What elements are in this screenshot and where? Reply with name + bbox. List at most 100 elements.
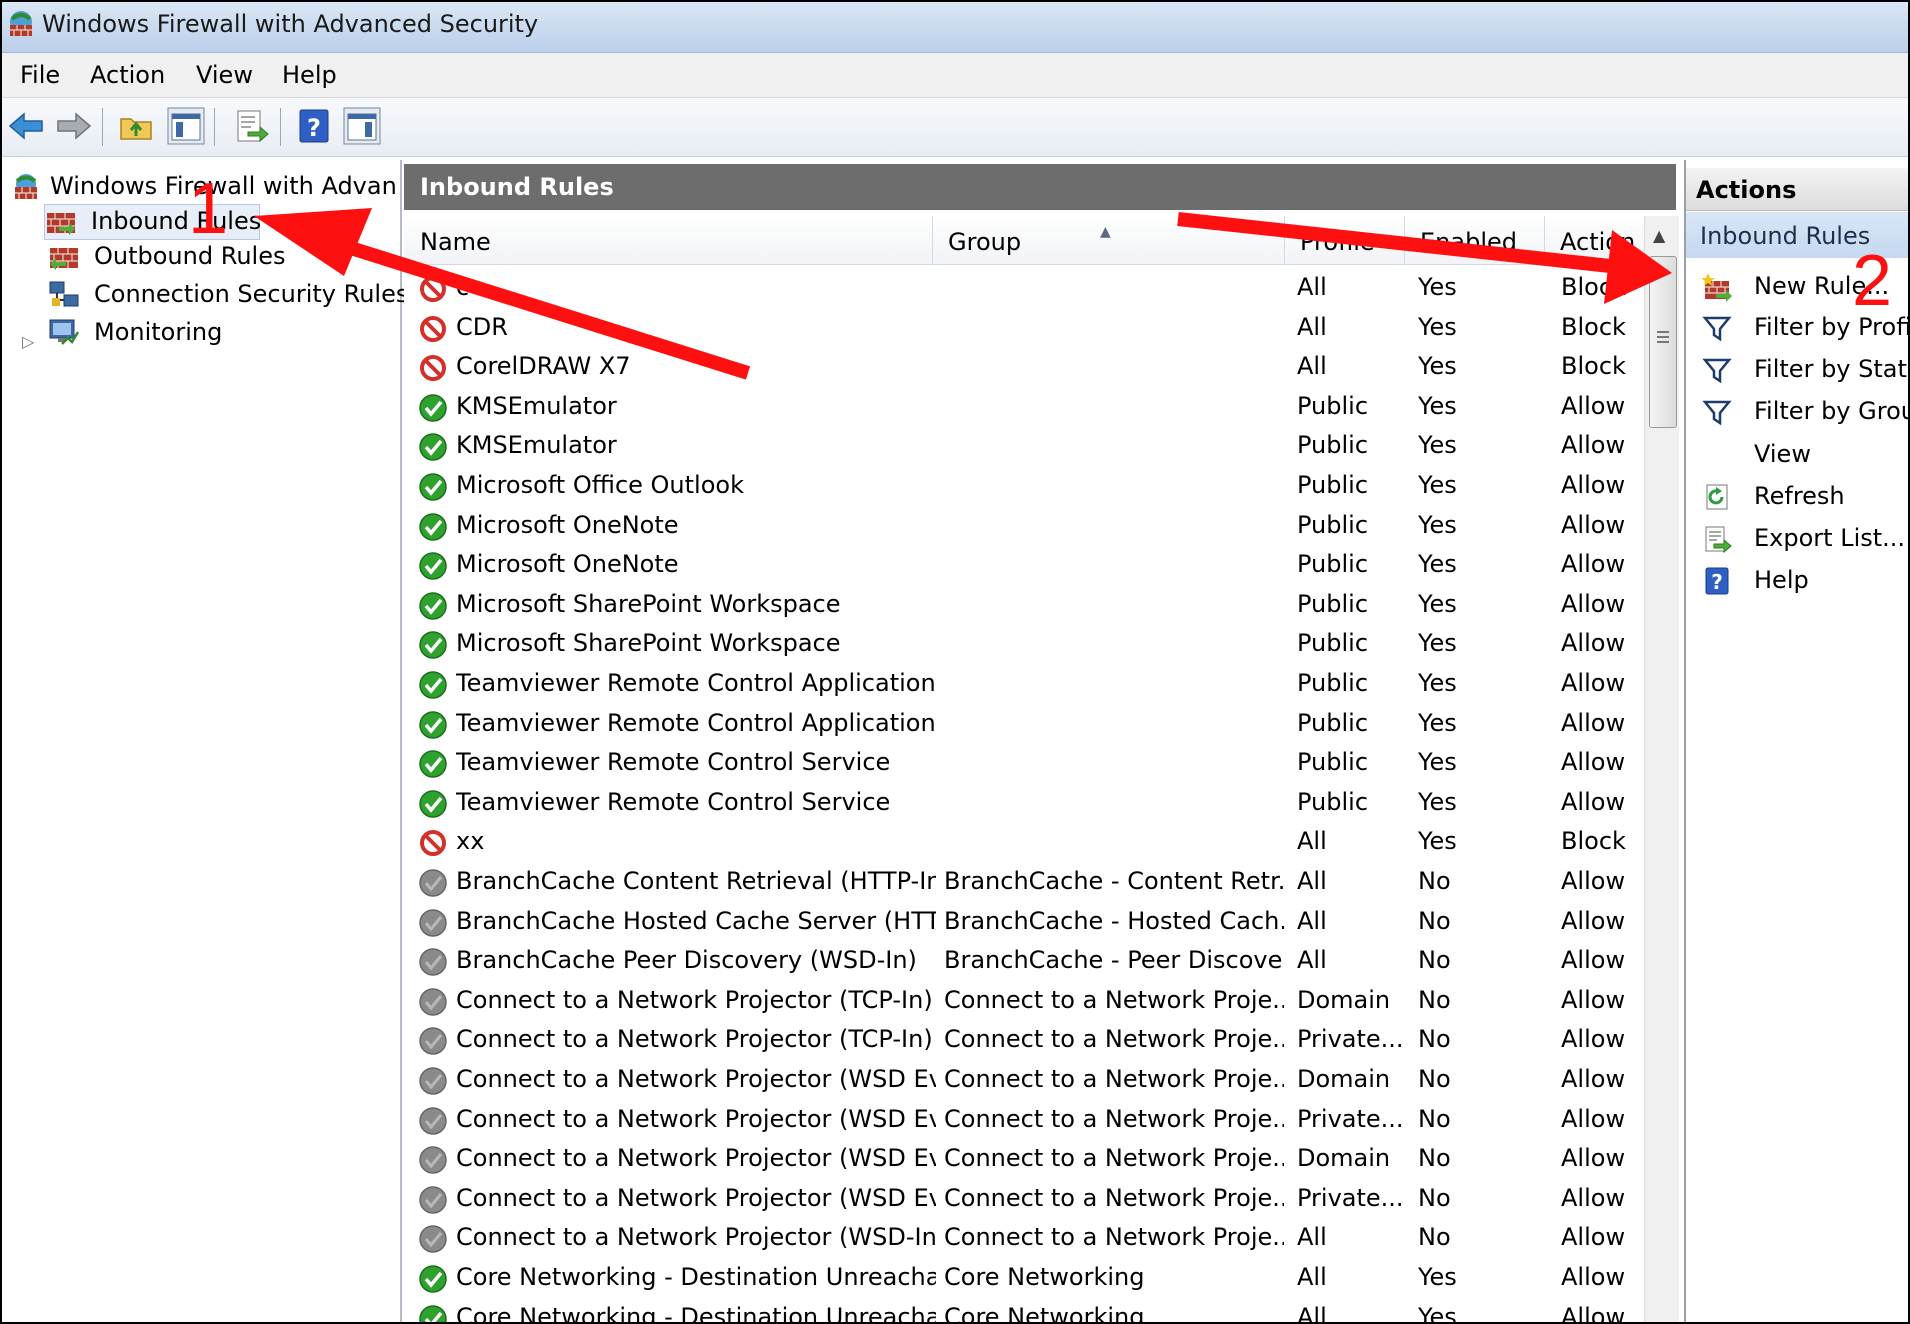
results-pane: Inbound Rules Name Group Profile Enabled… (404, 160, 1679, 1324)
table-row[interactable]: Connect to a Network Projector (TCP-In) C… (404, 981, 1644, 1021)
menu-view[interactable]: View (196, 61, 253, 89)
table-row[interactable]: Microsoft SharePoint Workspace Public Yes A… (404, 585, 1644, 625)
table-row[interactable]: Core Networking - Destination Unreacha..… (404, 1298, 1644, 1324)
menu-help[interactable]: Help (282, 61, 337, 89)
rule-action: Allow (1561, 629, 1626, 658)
column-header-name[interactable]: Name (404, 216, 932, 264)
table-row[interactable]: Core Networking - Destination Unreacha..… (404, 1258, 1644, 1298)
rule-action: Allow (1561, 1104, 1626, 1133)
rule-profile: All (1297, 906, 1327, 935)
menu-bar: File Action View Help (2, 53, 1908, 98)
table-row[interactable]: c All Yes Block (404, 268, 1644, 308)
table-row[interactable]: KMSEmulator Public Yes Allow (404, 387, 1644, 427)
rule-enabled: Yes (1418, 391, 1457, 420)
rule-group: Connect to a Network Proje... (944, 1223, 1284, 1252)
column-header-row: Name Group Profile Enabled Action (404, 216, 1644, 265)
table-row[interactable]: CorelDRAW X7 All Yes Block (404, 347, 1644, 387)
rule-action: Allow (1561, 1025, 1626, 1054)
column-header-enabled[interactable]: Enabled (1404, 216, 1544, 264)
back-arrow-icon[interactable] (6, 106, 46, 146)
table-row[interactable]: xx All Yes Block (404, 822, 1644, 862)
action-help[interactable]: ? Help (1686, 560, 1908, 602)
column-header-profile[interactable]: Profile (1284, 216, 1404, 264)
rule-enabled: Yes (1418, 312, 1457, 341)
allow-rule-icon (419, 1265, 447, 1293)
rules-list: c All Yes Block CDR All Yes Block CorelDRAW X7 Al… (404, 268, 1644, 1324)
table-row[interactable]: CDR All Yes Block (404, 308, 1644, 348)
rule-name: Microsoft OneNote (456, 550, 679, 579)
rule-profile: Public (1297, 510, 1369, 539)
show-hide-console-tree-icon[interactable] (166, 106, 206, 146)
table-row[interactable]: Teamviewer Remote Control Service Public Y… (404, 783, 1644, 823)
rule-group: Core Networking (944, 1302, 1145, 1324)
up-folder-icon[interactable] (116, 106, 156, 146)
help-icon[interactable]: ? (294, 106, 334, 146)
actions-pane: Actions Inbound Rules New Rule... Filter … (1684, 160, 1910, 1322)
rule-profile: Public (1297, 629, 1369, 658)
rule-action: Allow (1561, 669, 1626, 697)
table-row[interactable]: Microsoft SharePoint Workspace Public Yes A… (404, 624, 1644, 664)
rule-enabled: Yes (1418, 1263, 1457, 1291)
table-row[interactable]: Teamviewer Remote Control Application Pub… (404, 704, 1644, 744)
allow-rule-icon (419, 473, 447, 501)
table-row[interactable]: Microsoft OneNote Public Yes Allow (404, 506, 1644, 546)
rule-enabled: Yes (1418, 787, 1457, 816)
rule-enabled: No (1418, 1025, 1451, 1054)
rule-name: Microsoft OneNote (456, 510, 679, 539)
table-row[interactable]: Microsoft OneNote Public Yes Allow (404, 545, 1644, 585)
action-filter-by-state[interactable]: Filter by State (1686, 349, 1910, 391)
table-row[interactable]: Connect to a Network Projector (WSD Ev..… (404, 1100, 1644, 1140)
rule-name: Microsoft SharePoint Workspace (456, 589, 841, 618)
rule-profile: All (1297, 312, 1327, 341)
table-row[interactable]: Connect to a Network Projector (WSD-In) C… (404, 1218, 1644, 1258)
action-export-list[interactable]: Export List... (1686, 518, 1908, 560)
action-item-label: Filter by State (1754, 355, 1910, 383)
tree-item-monitoring[interactable]: Monitoring (48, 316, 388, 350)
expand-arrow-icon[interactable]: ▷ (22, 332, 34, 351)
table-row[interactable]: Connect to a Network Projector (WSD Ev..… (404, 1139, 1644, 1179)
block-rule-icon (420, 355, 446, 382)
rule-group: Connect to a Network Proje... (944, 1104, 1284, 1133)
table-row[interactable]: KMSEmulator Public Yes Allow (404, 426, 1644, 466)
table-row[interactable]: BranchCache Peer Discovery (WSD-In) Branc… (404, 941, 1644, 981)
vertical-scrollbar[interactable]: ▲ (1644, 216, 1679, 1322)
table-row[interactable]: Teamviewer Remote Control Application Pub… (404, 664, 1644, 704)
rule-action: Allow (1561, 867, 1626, 895)
tree-item-label: Inbound Rules (91, 207, 262, 235)
tree-item-connection-security-rules[interactable]: Connection Security Rules (48, 278, 408, 312)
action-filter-by-group[interactable]: Filter by Group (1686, 391, 1908, 433)
table-row[interactable]: Connect to a Network Projector (WSD Ev..… (404, 1179, 1644, 1219)
rule-profile: Public (1297, 787, 1369, 816)
table-row[interactable]: Teamviewer Remote Control Service Public Y… (404, 743, 1644, 783)
rule-action: Allow (1561, 431, 1626, 460)
rule-enabled: Yes (1418, 352, 1457, 381)
table-row[interactable]: BranchCache Content Retrieval (HTTP-In) B… (404, 862, 1644, 902)
rule-profile: All (1297, 1263, 1327, 1291)
menu-action[interactable]: Action (90, 61, 165, 89)
rule-group: Connect to a Network Proje... (944, 1065, 1284, 1093)
rule-action: Block (1561, 827, 1626, 856)
table-row[interactable]: Connect to a Network Projector (TCP-In) C… (404, 1020, 1644, 1060)
svg-text:?: ? (307, 114, 321, 142)
scroll-up-arrow-icon[interactable]: ▲ (1653, 226, 1665, 245)
disabled-rule-icon (419, 869, 447, 897)
rule-name: Teamviewer Remote Control Application (456, 669, 936, 697)
table-row[interactable]: BranchCache Hosted Cache Server (HTT... B… (404, 902, 1644, 942)
rule-profile: Public (1297, 391, 1369, 420)
menu-file[interactable]: File (20, 61, 60, 89)
action-view[interactable]: View (1686, 434, 1908, 476)
table-row[interactable]: Microsoft Office Outlook Public Yes Allow (404, 466, 1644, 506)
filter-icon (1702, 358, 1732, 384)
rule-name: Connect to a Network Projector (WSD Ev..… (456, 1183, 936, 1212)
disabled-rule-icon (419, 1106, 447, 1135)
show-hide-action-pane-icon[interactable] (342, 106, 382, 146)
forward-arrow-icon[interactable] (54, 106, 94, 146)
action-refresh[interactable]: Refresh (1686, 476, 1908, 518)
block-rule-icon (420, 276, 446, 302)
rule-action: Allow (1561, 589, 1626, 618)
export-list-icon[interactable] (230, 106, 270, 146)
scrollbar-thumb[interactable] (1649, 256, 1677, 428)
column-header-action[interactable]: Action (1544, 216, 1644, 264)
rule-action: Allow (1561, 708, 1626, 737)
table-row[interactable]: Connect to a Network Projector (WSD Ev..… (404, 1060, 1644, 1100)
